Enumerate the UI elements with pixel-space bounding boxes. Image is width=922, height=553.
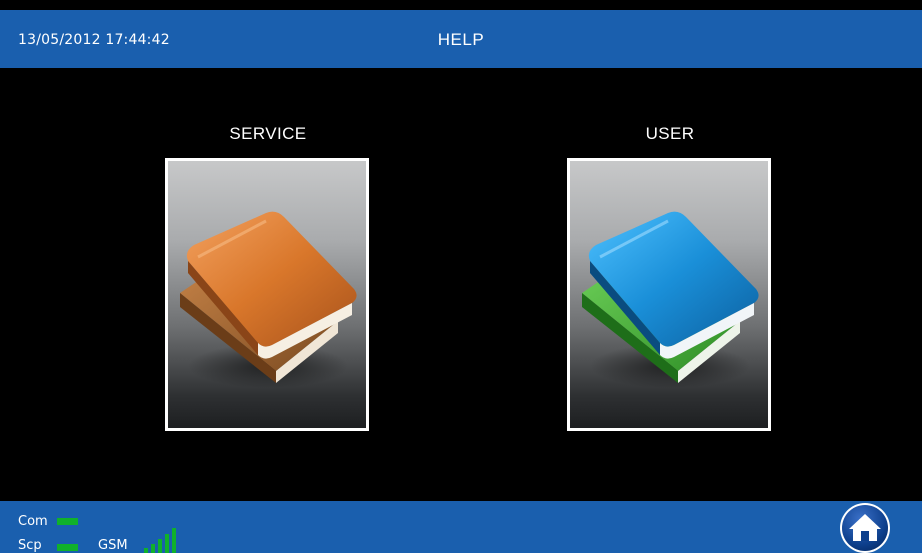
- home-icon: [840, 503, 890, 553]
- user-label: USER: [645, 124, 695, 143]
- gsm-signal-bar: [172, 528, 176, 553]
- scp-status-led: [57, 544, 78, 551]
- scp-label: Scp: [18, 538, 42, 553]
- orange-book-icon: [180, 211, 357, 388]
- blue-book-icon: [582, 211, 759, 388]
- gsm-signal-bar: [158, 539, 162, 553]
- home-button[interactable]: [839, 501, 891, 553]
- user-button[interactable]: [567, 158, 771, 431]
- gsm-label: GSM: [98, 538, 128, 553]
- gsm-signal-bar: [151, 544, 155, 553]
- gsm-signal-bar: [165, 534, 169, 553]
- service-button[interactable]: [165, 158, 369, 431]
- gsm-signal-bar: [144, 548, 148, 553]
- screen: 13/05/2012 17:44:42 HELP SERVICE USER Co…: [0, 0, 922, 553]
- com-status-led: [57, 518, 78, 525]
- service-label: SERVICE: [229, 124, 307, 143]
- com-label: Com: [18, 514, 48, 529]
- gsm-signal-icon: [144, 524, 184, 553]
- header-bar: 13/05/2012 17:44:42 HELP: [0, 10, 922, 68]
- status-bar: [0, 501, 922, 553]
- page-title: HELP: [437, 30, 485, 49]
